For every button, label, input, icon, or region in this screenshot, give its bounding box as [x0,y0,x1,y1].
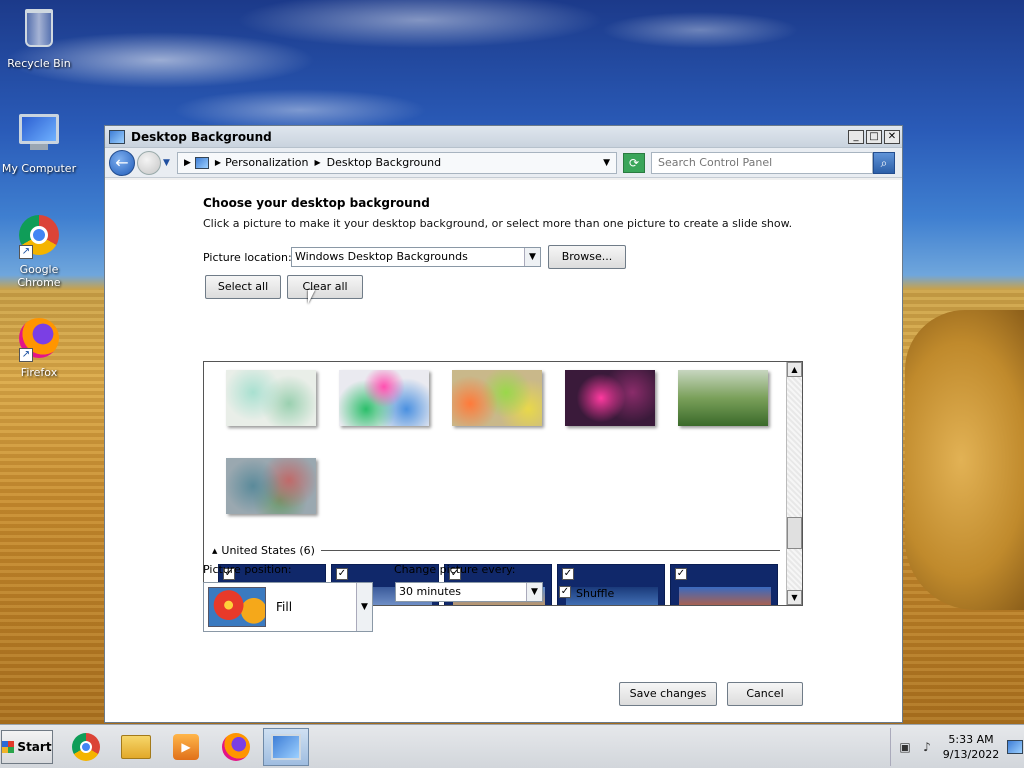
taskbar-file-explorer[interactable] [113,728,159,766]
chevron-right-icon: ▶ [184,157,191,168]
computer-icon [19,114,59,144]
shortcut-arrow-icon: ↗ [19,348,33,362]
change-picture-select[interactable]: 30 minutes ▼ [395,582,543,602]
taskbar: Start ▶ ▣ ♪ 5:33 AM 9/13/2022 [0,724,1024,768]
taskbar-firefox[interactable] [213,728,259,766]
picture-location-value: Windows Desktop Backgrounds [295,250,468,263]
checkbox-checked[interactable]: ✓ [675,568,687,580]
browse-button[interactable]: Browse... [548,245,626,269]
clock-time: 5:33 AM [948,733,994,746]
desktop-icon-label: Google Chrome [17,263,61,289]
scrollbar-thumb[interactable] [787,517,802,549]
shortcut-arrow-icon: ↗ [19,245,33,259]
address-bar: ← ▼ ▶ ▶ Personalization ▶ Desktop Backgr… [105,148,902,178]
collapse-icon[interactable]: ▲ [212,547,217,555]
network-icon[interactable]: ▣ [897,740,913,754]
picture-location-label: Picture location: [203,251,292,264]
window-title: Desktop Background [131,129,272,144]
desktop-icon-firefox[interactable]: ↗ Firefox [0,316,78,379]
cancel-button[interactable]: Cancel [727,682,803,706]
wallpaper-thumbnail[interactable] [452,370,542,426]
shuffle-label: Shuffle [576,587,615,600]
mouse-cursor-icon [308,290,315,304]
control-panel-icon [109,129,125,144]
desktop-icon-label: Firefox [20,366,58,379]
control-panel-icon [271,734,301,760]
breadcrumb[interactable]: ▶ ▶ Personalization ▶ Desktop Background… [177,151,617,174]
desktop-icon-google-chrome[interactable]: ↗ Google Chrome [0,213,78,289]
wallpaper-thumbnail[interactable] [565,370,655,426]
wallpaper-thumbnail[interactable] [226,458,316,514]
picture-position-value: Fill [276,600,293,614]
shuffle-checkbox[interactable]: ✓ [559,586,571,598]
checkbox-checked[interactable]: ✓ [336,568,348,580]
picture-location-select[interactable]: Windows Desktop Backgrounds ▼ [291,247,541,267]
scroll-up-icon[interactable]: ▲ [787,362,802,377]
checkbox-checked[interactable]: ✓ [562,568,574,580]
breadcrumb-personalization[interactable]: Personalization [225,156,308,169]
change-picture-label: Change picture every: [394,563,516,576]
chevron-right-icon: ▶ [214,158,222,167]
main-content: Choose your desktop background Click a p… [105,180,902,722]
taskbar-control-panel[interactable] [263,728,309,766]
windows-logo-icon [2,741,15,753]
picture-position-label: Picture position: [203,563,292,576]
picture-position-select[interactable]: Fill ▼ [203,582,373,632]
wallpaper-thumbnail[interactable] [339,370,429,426]
start-label: Start [17,740,52,754]
chrome-icon [72,733,100,761]
group-label: United States (6) [221,544,315,557]
search-input[interactable] [651,151,873,174]
show-desktop-icon[interactable] [1007,740,1023,754]
page-description: Click a picture to make it your desktop … [203,217,793,230]
system-tray: ▣ ♪ 5:33 AM 9/13/2022 [890,728,1024,766]
desktop-icon-my-computer[interactable]: My Computer [0,110,78,175]
taskbar-media-player[interactable]: ▶ [163,728,209,766]
wallpaper-hay-bale [905,310,1024,610]
refresh-button[interactable]: ⟳ [623,152,645,173]
back-button[interactable]: ← [109,149,135,176]
group-header-united-states[interactable]: ▲ United States (6) [212,544,780,557]
forward-button[interactable] [137,150,161,175]
maximize-button[interactable]: □ [866,129,882,144]
select-all-button[interactable]: Select all [205,275,281,299]
chevron-right-icon: ▶ [314,158,321,167]
clear-all-button[interactable]: Clear all [287,275,363,299]
vertical-scrollbar[interactable]: ▲ ▼ [786,362,802,605]
chevron-down-icon: ▼ [526,583,542,601]
chevron-down-icon: ▼ [524,248,540,266]
file-explorer-icon [121,735,151,759]
title-bar[interactable]: Desktop Background _ □ ✕ [105,126,902,148]
save-changes-button[interactable]: Save changes [619,682,717,706]
scroll-down-icon[interactable]: ▼ [787,590,802,605]
wallpaper-thumbnail-selected[interactable]: ✓ [670,564,778,605]
firefox-icon [222,733,250,761]
wallpaper-thumbnail[interactable] [226,370,316,426]
chevron-down-icon: ▼ [356,583,372,631]
wallpaper-thumbnail[interactable] [678,370,768,426]
address-dropdown-icon[interactable]: ▼ [603,158,610,168]
fill-preview-image [208,587,266,627]
desktop-icon-label: Recycle Bin [7,57,71,70]
close-button[interactable]: ✕ [884,129,900,144]
desktop-background-window: Desktop Background _ □ ✕ ← ▼ ▶ ▶ Persona… [104,125,903,723]
start-button[interactable]: Start [1,730,53,764]
recent-pages-dropdown-icon[interactable]: ▼ [163,158,173,168]
search-icon[interactable]: ⌕ [873,151,895,174]
change-picture-value: 30 minutes [399,585,462,598]
clock-date: 9/13/2022 [942,748,1000,761]
control-panel-icon [194,156,209,169]
desktop-icon-recycle-bin[interactable]: Recycle Bin [0,6,78,70]
taskbar-chrome[interactable] [63,728,109,766]
media-player-icon: ▶ [173,734,199,760]
recycle-bin-icon [25,9,53,47]
clock[interactable]: 5:33 AM 9/13/2022 [941,732,1001,762]
breadcrumb-desktop-background[interactable]: Desktop Background [327,156,442,169]
volume-icon[interactable]: ♪ [919,740,935,754]
desktop-icon-label: My Computer [1,162,77,175]
page-title: Choose your desktop background [203,196,430,210]
minimize-button[interactable]: _ [848,129,864,144]
